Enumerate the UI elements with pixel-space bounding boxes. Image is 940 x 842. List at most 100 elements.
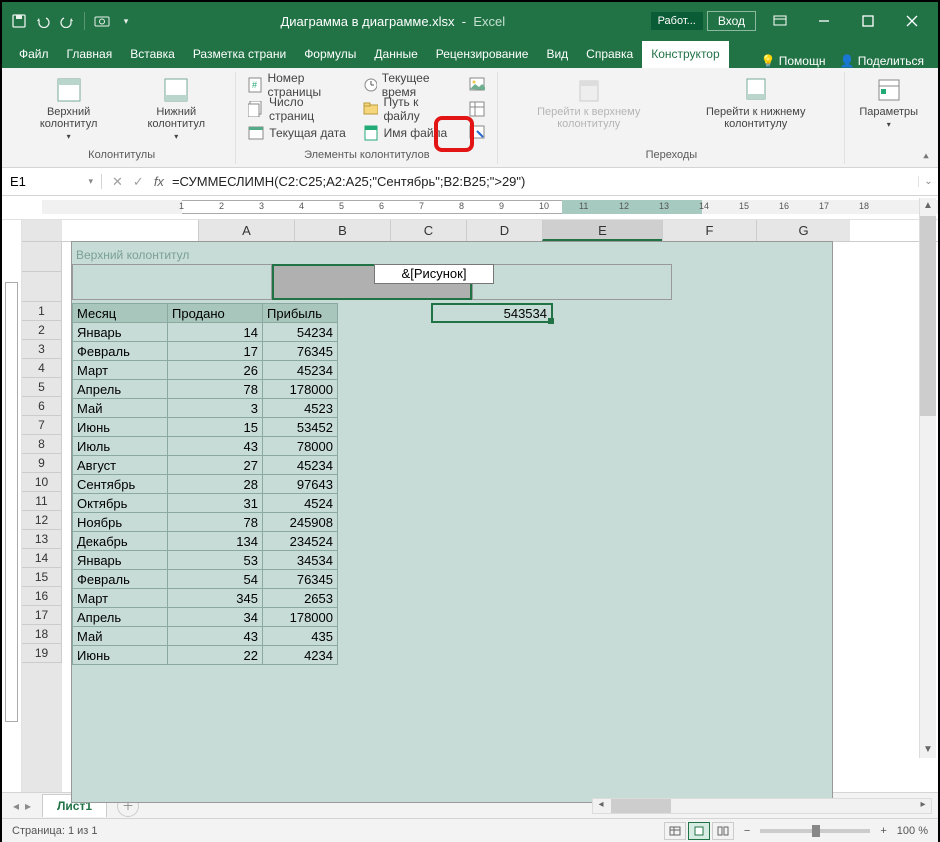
filename-label: Диаграмма в диаграмме.xlsx xyxy=(280,14,454,29)
col-header-C[interactable]: C xyxy=(390,220,466,241)
ribbon-options-icon[interactable] xyxy=(760,7,800,35)
page-status: Страница: 1 из 1 xyxy=(12,825,98,837)
active-cell[interactable]: 543534 xyxy=(431,303,553,323)
view-page-break[interactable] xyxy=(712,822,734,840)
group-label-headers: Колонтитулы xyxy=(16,148,227,164)
sign-in-button[interactable]: Вход xyxy=(707,11,756,31)
save-icon[interactable] xyxy=(10,12,28,30)
row-header[interactable]: 12 xyxy=(22,511,62,530)
horizontal-scrollbar[interactable]: ◂ ▸ xyxy=(592,798,932,814)
header-footer-zone[interactable]: &[Рисунок] xyxy=(72,264,672,300)
row-header[interactable]: 1 xyxy=(22,302,62,321)
row-header[interactable]: 17 xyxy=(22,606,62,625)
minimize-button[interactable] xyxy=(804,7,844,35)
formula-bar: E1▾ ✕ ✓ fx =СУММЕСЛИМН(C2:C25;A2:A25;"Се… xyxy=(2,168,938,196)
close-button[interactable] xyxy=(892,7,932,35)
collapse-ribbon-icon[interactable]: ⯅ xyxy=(922,152,930,163)
data-table[interactable]: МесяцПроданоПрибыльЯнварь1454234Февраль1… xyxy=(72,303,338,665)
row-header[interactable] xyxy=(22,272,62,302)
undo-icon[interactable] xyxy=(34,12,52,30)
row-header[interactable]: 10 xyxy=(22,473,62,492)
fx-icon[interactable]: fx xyxy=(154,174,170,189)
col-header-E[interactable]: E xyxy=(542,220,662,241)
picture-button[interactable] xyxy=(465,74,489,96)
expand-formula-icon[interactable]: ⌄ xyxy=(918,176,938,187)
row-header[interactable]: 11 xyxy=(22,492,62,511)
cancel-formula-icon[interactable]: ✕ xyxy=(112,174,123,190)
row-header[interactable]: 3 xyxy=(22,340,62,359)
tab-home[interactable]: Главная xyxy=(58,41,122,68)
zoom-level[interactable]: 100 % xyxy=(897,825,928,837)
zoom-in-button[interactable]: + xyxy=(880,825,886,837)
zoom-out-button[interactable]: − xyxy=(744,825,750,837)
row-header[interactable]: 9 xyxy=(22,454,62,473)
sheet-nav[interactable]: ◂▸ xyxy=(2,799,42,813)
col-header-F[interactable]: F xyxy=(662,220,756,241)
title-bar: ▾ Диаграмма в диаграмме.xlsx - Excel Раб… xyxy=(2,2,938,40)
row-header[interactable]: 16 xyxy=(22,587,62,606)
tab-data[interactable]: Данные xyxy=(365,41,426,68)
qat-dropdown-icon[interactable]: ▾ xyxy=(117,12,135,30)
tab-file[interactable]: Файл xyxy=(10,41,58,68)
camera-icon[interactable] xyxy=(93,12,111,30)
tab-review[interactable]: Рецензирование xyxy=(427,41,538,68)
tellme-button[interactable]: 💡 Помощн xyxy=(760,54,825,68)
current-date-button[interactable]: Текущая дата xyxy=(244,122,354,144)
col-header-D[interactable]: D xyxy=(466,220,542,241)
accept-formula-icon[interactable]: ✓ xyxy=(133,174,144,190)
row-header[interactable]: 13 xyxy=(22,530,62,549)
row-header[interactable]: 6 xyxy=(22,397,62,416)
tab-insert[interactable]: Вставка xyxy=(121,41,184,68)
header-area-label: Верхний колонтитул xyxy=(76,248,189,262)
goto-footer-button[interactable]: Перейти к нижнему колонтитулу xyxy=(675,74,836,132)
file-path-button[interactable]: Путь к файлу xyxy=(359,98,462,120)
page-number-button[interactable]: #Номер страницы xyxy=(244,74,354,96)
row-header[interactable]: 4 xyxy=(22,359,62,378)
page-count-button[interactable]: Число страниц xyxy=(244,98,354,120)
footer-button[interactable]: Нижний колонтитул▾ xyxy=(125,74,227,143)
row-headers[interactable]: 12345678910111213141516171819 xyxy=(22,220,62,792)
col-header-B[interactable]: B xyxy=(294,220,390,241)
sheet-name-button[interactable] xyxy=(465,98,489,120)
format-picture-button[interactable] xyxy=(465,122,489,144)
row-header[interactable]: 15 xyxy=(22,568,62,587)
redo-icon[interactable] xyxy=(58,12,76,30)
formula-input[interactable]: =СУММЕСЛИМН(C2:C25;A2:A25;"Сентябрь";B2:… xyxy=(170,174,918,189)
current-time-button[interactable]: Текущее время xyxy=(359,74,462,96)
row-header[interactable]: 7 xyxy=(22,416,62,435)
vertical-ruler xyxy=(2,220,22,792)
group-label-nav: Переходы xyxy=(506,148,836,164)
row-header[interactable]: 8 xyxy=(22,435,62,454)
tools-context-badge: Работ... xyxy=(651,12,703,30)
grid-body[interactable]: ABCDEFG Верхний колонтитул &[Рисунок] Ме… xyxy=(62,220,938,792)
tab-layout[interactable]: Разметка страни xyxy=(184,41,295,68)
tab-help[interactable]: Справка xyxy=(577,41,642,68)
row-header[interactable]: 19 xyxy=(22,644,62,663)
tab-design[interactable]: Конструктор xyxy=(642,41,728,68)
name-box[interactable]: E1▾ xyxy=(2,174,102,189)
vertical-scrollbar[interactable]: ▲ ▼ xyxy=(919,198,936,758)
picture-code-label: &[Рисунок] xyxy=(374,264,494,284)
zoom-slider[interactable] xyxy=(760,829,870,833)
col-header-A[interactable]: A xyxy=(198,220,294,241)
view-normal[interactable] xyxy=(664,822,686,840)
header-center-section[interactable]: &[Рисунок] xyxy=(272,264,472,300)
header-button[interactable]: Верхний колонтитул▾ xyxy=(16,74,121,143)
group-label-elements: Элементы колонтитулов xyxy=(244,148,489,164)
row-header[interactable]: 2 xyxy=(22,321,62,340)
maximize-button[interactable] xyxy=(848,7,888,35)
tab-formulas[interactable]: Формулы xyxy=(295,41,365,68)
quick-access-toolbar: ▾ xyxy=(2,12,135,30)
view-page-layout[interactable] xyxy=(688,822,710,840)
ribbon-tabs: Файл Главная Вставка Разметка страни Фор… xyxy=(2,40,938,68)
row-header[interactable] xyxy=(22,242,62,272)
col-header-G[interactable]: G xyxy=(756,220,850,241)
row-header[interactable]: 18 xyxy=(22,625,62,644)
options-button[interactable]: Параметры▾ xyxy=(853,74,924,131)
file-name-button[interactable]: Имя файла xyxy=(359,122,462,144)
tab-view[interactable]: Вид xyxy=(537,41,577,68)
row-header[interactable]: 5 xyxy=(22,378,62,397)
share-button[interactable]: 👤 Поделиться xyxy=(839,54,924,68)
goto-header-button: Перейти к верхнему колонтитулу xyxy=(506,74,671,132)
row-header[interactable]: 14 xyxy=(22,549,62,568)
